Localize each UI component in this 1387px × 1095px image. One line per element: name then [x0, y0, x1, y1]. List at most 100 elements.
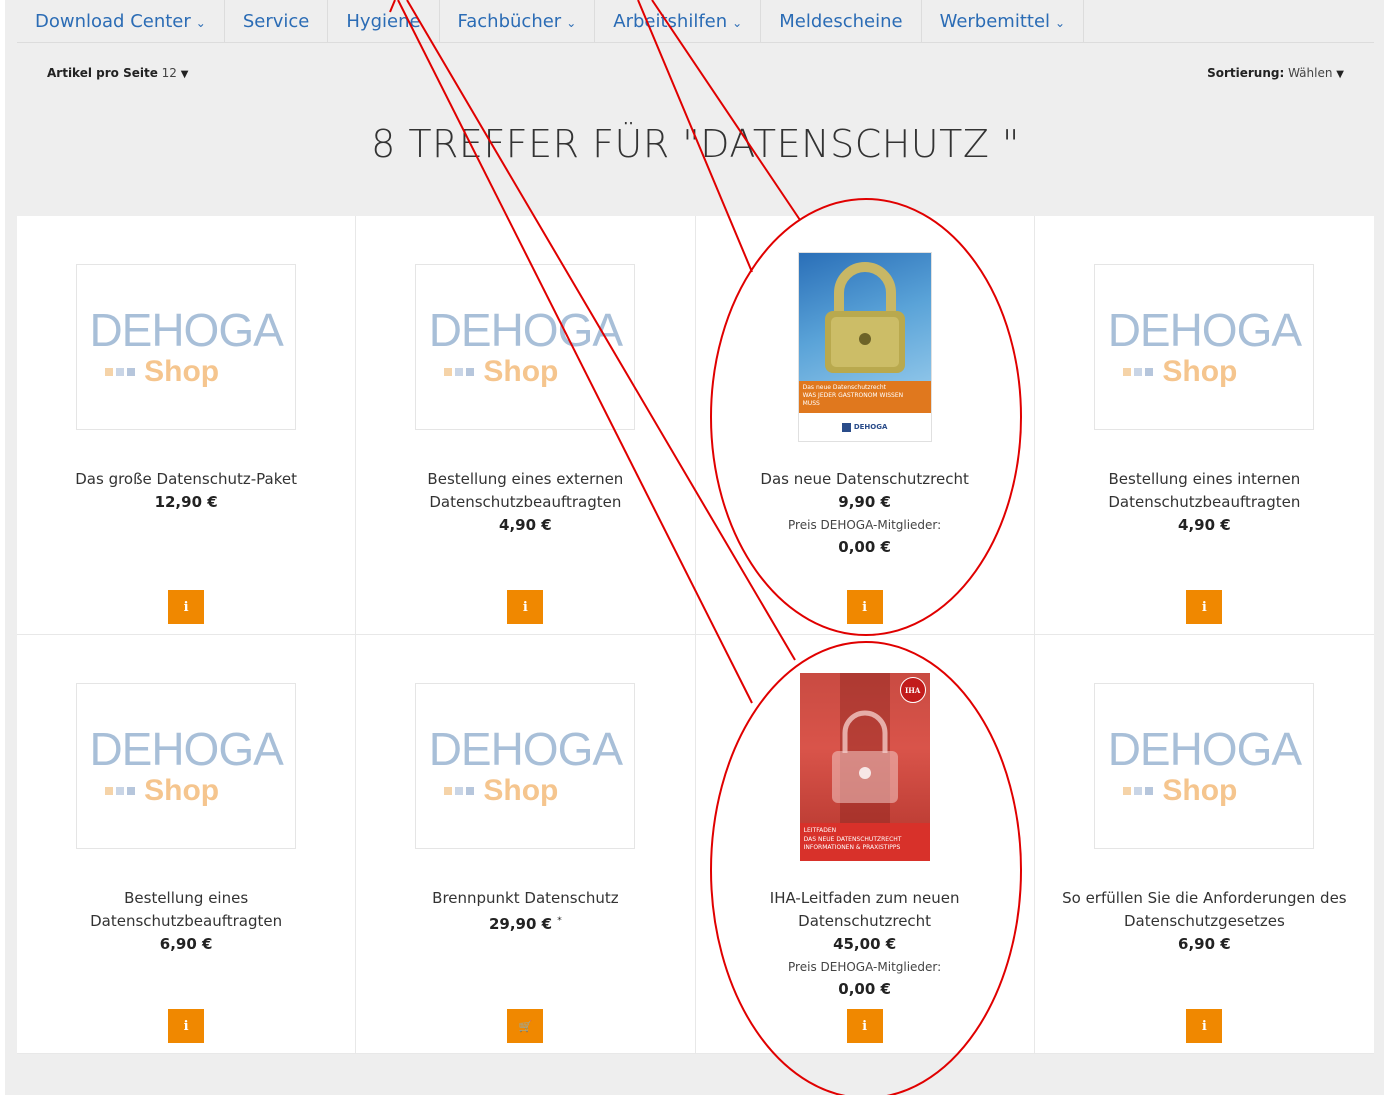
logo-square: [444, 787, 453, 795]
logo-square: [127, 368, 136, 376]
shop-logo: Shop: [444, 776, 558, 806]
product-info: Das große Datenschutz-Paket 12,90 €: [17, 468, 355, 514]
cover-title-line: DAS NEUE DATENSCHUTZRECHT: [803, 835, 902, 843]
info-icon: i: [522, 599, 528, 615]
nav-item-label: Meldescheine: [779, 11, 903, 32]
logo-square: [105, 368, 114, 376]
product-name[interactable]: Bestellung eines externen Datenschutzbea…: [356, 468, 694, 514]
product-info-button[interactable]: i: [1186, 1009, 1223, 1043]
logo-square: [116, 787, 125, 795]
product-info-button[interactable]: i: [507, 590, 544, 624]
listing-toolbar: Artikel pro Seite 12 ▼ Sortierung: Wähle…: [17, 58, 1374, 88]
info-icon: i: [183, 599, 189, 615]
product-image-placeholder[interactable]: DEHOGA Shop: [1094, 264, 1315, 430]
product-image-placeholder[interactable]: DEHOGA Shop: [415, 683, 636, 849]
chevron-down-icon: ⌄: [1055, 15, 1066, 30]
nav-item-label: Werbemittel: [939, 11, 1051, 32]
nav-item[interactable]: Arbeitshilfen ⌄: [595, 0, 762, 43]
product-price: 6,90 €: [1035, 933, 1374, 956]
product-name[interactable]: Das große Datenschutz-Paket: [17, 468, 355, 491]
nav-item[interactable]: Service: [225, 0, 329, 43]
info-icon: i: [862, 1018, 868, 1034]
product-info-button[interactable]: i: [846, 590, 883, 624]
nav-item[interactable]: Fachbücher ⌄: [440, 0, 596, 43]
logo-square: [1145, 787, 1154, 795]
member-price-value: 0,00 €: [838, 538, 891, 556]
nav-item[interactable]: Meldescheine: [761, 0, 922, 43]
product-info-button[interactable]: i: [1186, 590, 1223, 624]
sort-value: Wählen: [1288, 66, 1333, 80]
product-price-value: 6,90 €: [1178, 935, 1231, 953]
product-image-placeholder[interactable]: DEHOGA Shop: [76, 264, 297, 430]
product-name[interactable]: Brennpunkt Datenschutz: [356, 887, 694, 910]
shop-logo: Shop: [1123, 357, 1237, 387]
cover-title-line: LEITFADEN: [803, 827, 837, 834]
product-info: So erfüllen Sie die Anforderungen des Da…: [1035, 887, 1374, 956]
shop-logo: Shop: [444, 357, 558, 387]
product-image-placeholder[interactable]: DEHOGA Shop: [1094, 683, 1315, 849]
info-icon: i: [183, 1018, 189, 1034]
shop-logo-text: Shop: [144, 774, 220, 807]
per-page-selector[interactable]: Artikel pro Seite 12 ▼: [47, 66, 188, 80]
add-to-cart-button[interactable]: 🛒: [507, 1009, 544, 1043]
info-icon: i: [1201, 599, 1207, 615]
chevron-down-icon: ⌄: [195, 15, 206, 30]
product-card: IHA LEITFADEN DAS NEUE DATENSCHUTZRECHT INF…: [695, 635, 1035, 1054]
product-card: DEHOGA Shop Bestellung eines externen Date…: [356, 216, 696, 635]
shop-logo-text: Shop: [1162, 355, 1238, 388]
per-page-label: Artikel pro Seite: [47, 66, 158, 80]
product-cover-image[interactable]: IHA LEITFADEN DAS NEUE DATENSCHUTZRECHT INF…: [799, 673, 930, 861]
logo-square: [1123, 368, 1132, 376]
cover-title-line: Das neue Datenschutzrecht: [802, 384, 887, 391]
cover-title-line: MUSS: [802, 399, 820, 407]
member-price-value: 0,00 €: [838, 980, 891, 998]
sort-selector[interactable]: Sortierung: Wählen ▼: [1207, 66, 1344, 80]
member-price-label: Preis DEHOGA-Mitglieder:: [788, 960, 942, 974]
product-price: 6,90 €: [17, 933, 355, 956]
product-info-button[interactable]: i: [168, 590, 205, 624]
logo-square: [1134, 787, 1143, 795]
shop-logo-text: Shop: [483, 774, 559, 807]
product-info: Bestellung eines internen Datenschutzbea…: [1035, 468, 1374, 537]
member-price-label: Preis DEHOGA-Mitglieder:: [788, 518, 942, 532]
product-card: DEHOGA Shop Bestellung eines internen Date…: [1034, 216, 1374, 635]
product-name[interactable]: Bestellung eines internen Datenschutzbea…: [1035, 468, 1374, 514]
nav-item[interactable]: Hygiene: [328, 0, 440, 43]
product-name[interactable]: Bestellung eines Datenschutzbeauftragten: [17, 887, 355, 933]
shop-logo-text: Shop: [144, 355, 220, 388]
product-name[interactable]: So erfüllen Sie die Anforderungen des Da…: [1035, 887, 1374, 933]
cover-title-line: INFORMATIONEN & PRAXISTIPPS: [803, 844, 901, 852]
chevron-down-icon: ⌄: [566, 15, 577, 30]
per-page-value: 12: [161, 66, 177, 80]
cart-icon: 🛒: [518, 1019, 533, 1033]
product-info: Bestellung eines externen Datenschutzbea…: [356, 468, 694, 537]
logo-square: [455, 368, 464, 376]
product-image-placeholder[interactable]: DEHOGA Shop: [76, 683, 297, 849]
nav-item[interactable]: Download Center ⌄: [17, 0, 225, 43]
shop-logo: Shop: [105, 357, 219, 387]
logo-square: [444, 368, 453, 376]
logo-square: [116, 368, 125, 376]
cover-publisher: DEHOGA: [799, 413, 931, 441]
cover-title-band: Das neue Datenschutzrecht WAS JEDER GASTR…: [798, 381, 931, 413]
logo-square: [105, 787, 114, 795]
product-name[interactable]: IHA-Leitfaden zum neuen Datenschutzrecht: [696, 887, 1034, 933]
product-card: DEHOGA Shop Bestellung eines Datenschutzbe…: [17, 635, 357, 1054]
iha-badge: IHA: [899, 677, 926, 703]
product-cover-image[interactable]: Das neue Datenschutzrecht WAS JEDER GASTR…: [797, 252, 932, 442]
nav-item[interactable]: Werbemittel ⌄: [922, 0, 1085, 43]
dehoga-logo-text: DEHOGA: [428, 723, 623, 775]
publisher-name: DEHOGA: [853, 423, 888, 431]
nav-item-label: Arbeitshilfen: [613, 11, 728, 32]
product-price: 45,00 €: [696, 933, 1034, 956]
product-name[interactable]: Das neue Datenschutzrecht: [696, 468, 1034, 491]
product-image-placeholder[interactable]: DEHOGA Shop: [415, 264, 636, 430]
shop-logo-text: Shop: [483, 355, 559, 388]
results-title: 8 TREFFER FÜR "DATENSCHUTZ ": [371, 122, 1020, 166]
product-info-button[interactable]: i: [846, 1009, 883, 1043]
product-info-button[interactable]: i: [168, 1009, 205, 1043]
product-grid: DEHOGA Shop Das große Datenschutz-Paket 12,…: [17, 216, 1374, 1054]
product-card: DEHOGA Shop So erfüllen Sie die Anforderun…: [1034, 635, 1374, 1054]
product-price-value: 29,90 €: [488, 915, 553, 933]
nav-item-label: Download Center: [35, 11, 191, 32]
